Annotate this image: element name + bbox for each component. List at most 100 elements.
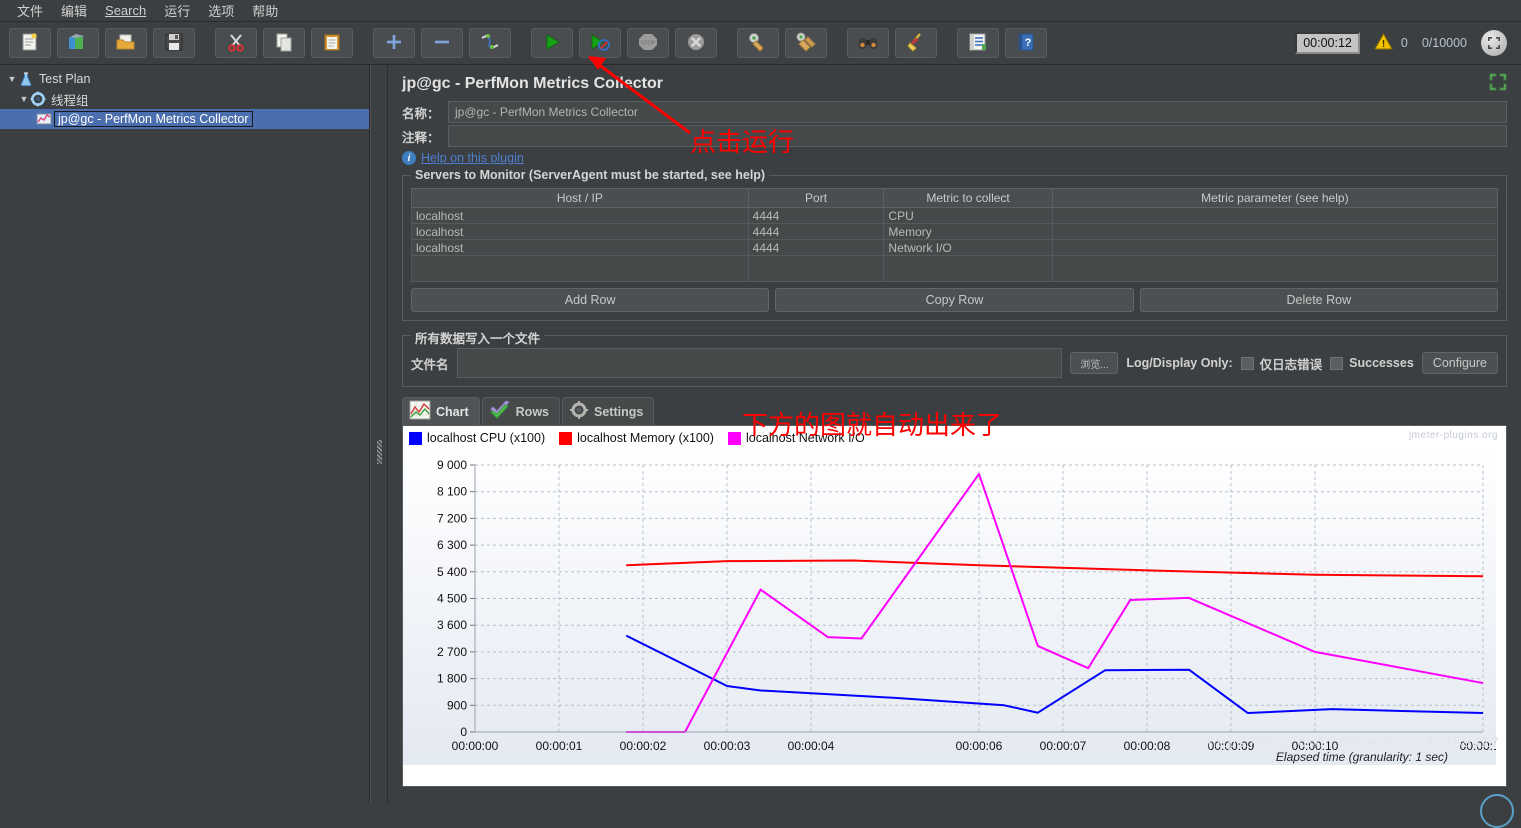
clear-all-button[interactable] — [785, 28, 827, 58]
column-port[interactable]: Port — [747, 188, 885, 208]
servers-to-monitor-group: Servers to Monitor (ServerAgent must be … — [402, 168, 1507, 321]
expand-arrow-icon[interactable]: ▼ — [6, 74, 18, 84]
cell-host[interactable]: localhost — [411, 207, 749, 224]
successes-checkbox-wrap[interactable]: Successes — [1330, 356, 1414, 370]
save-button[interactable] — [153, 28, 195, 58]
toolbar: STOP ? 00:00:12 ! 0 0/10000 — [0, 22, 1521, 65]
function-helper-button[interactable] — [957, 28, 999, 58]
perfmon-icon — [36, 111, 52, 127]
svg-text:00:00:03: 00:00:03 — [704, 739, 751, 753]
column-metric[interactable]: Metric to collect — [883, 188, 1053, 208]
svg-text:00:00:02: 00:00:02 — [620, 739, 667, 753]
chart-x-axis-label: Elapsed time (granularity: 1 sec) — [1275, 750, 1448, 764]
filename-input[interactable] — [456, 348, 1063, 378]
tree-node-perfmon-collector[interactable]: jp@gc - PerfMon Metrics Collector — [0, 109, 369, 129]
tree-node-thread-group[interactable]: ▼ 线程组 — [0, 89, 369, 109]
tab-chart[interactable]: Chart — [402, 397, 480, 425]
legend-item-cpu[interactable]: localhost CPU (x100) — [409, 431, 545, 445]
menu-item-run[interactable]: 运行 — [155, 0, 199, 22]
browse-button[interactable]: 浏览... — [1070, 352, 1119, 374]
comment-input[interactable] — [448, 125, 1507, 147]
open-button[interactable] — [105, 28, 147, 58]
write-all-data-group: 所有数据写入一个文件 文件名 浏览... Log/Display Only: 仅… — [402, 328, 1507, 387]
svg-text:6 300: 6 300 — [437, 538, 467, 552]
tab-rows[interactable]: Rows — [481, 397, 560, 425]
stop-button[interactable]: STOP — [627, 28, 669, 58]
warning-count: 0 — [1400, 36, 1408, 50]
blog-watermark: https://blog.csdn.net/weixin_45459427 — [1207, 734, 1500, 751]
table-row[interactable]: localhost 4444 Network I/O — [411, 239, 1499, 256]
successes-checkbox[interactable] — [1330, 356, 1344, 370]
help-on-plugin-link[interactable]: Help on this plugin — [421, 151, 524, 165]
start-button[interactable] — [531, 28, 573, 58]
cut-button[interactable] — [215, 28, 257, 58]
maximize-panel-button[interactable] — [1489, 73, 1507, 94]
cell-host[interactable]: localhost — [411, 223, 749, 240]
copy-row-button[interactable]: Copy Row — [775, 288, 1134, 312]
thread-activity-indicator[interactable] — [1481, 30, 1507, 56]
menu-item-help[interactable]: 帮助 — [243, 0, 287, 22]
menu-bar: 文件 编辑 Search 运行 选项 帮助 — [0, 0, 1521, 22]
split-pane-divider[interactable] — [370, 65, 388, 817]
column-host-ip[interactable]: Host / IP — [411, 188, 749, 208]
table-button-row: Add Row Copy Row Delete Row — [411, 288, 1498, 312]
servers-table[interactable]: Host / IP Port Metric to collect Metric … — [411, 188, 1499, 282]
add-row-button[interactable]: Add Row — [411, 288, 770, 312]
cell-metric[interactable]: Memory — [883, 223, 1053, 240]
new-button[interactable] — [9, 28, 51, 58]
cell-host[interactable]: localhost — [411, 239, 749, 256]
legend-swatch-cpu — [409, 431, 422, 445]
play-no-timers-icon — [589, 32, 611, 55]
main-split: ▼ Test Plan ▼ 线程组 jp@gc - PerfMon Metric… — [0, 65, 1521, 817]
cell-metric[interactable]: Network I/O — [883, 239, 1053, 256]
svg-text:900: 900 — [447, 698, 467, 712]
menu-item-search[interactable]: Search — [96, 1, 155, 20]
shutdown-button[interactable] — [675, 28, 717, 58]
errors-checkbox-wrap[interactable]: 仅日志错误 — [1240, 354, 1322, 373]
filename-row: 文件名 浏览... Log/Display Only: 仅日志错误 Succes… — [411, 348, 1498, 378]
tree-node-test-plan[interactable]: ▼ Test Plan — [0, 69, 369, 89]
tab-settings[interactable]: Settings — [562, 397, 655, 425]
menu-item-edit[interactable]: 编辑 — [52, 0, 96, 22]
column-metric-parameter[interactable]: Metric parameter (see help) — [1051, 188, 1499, 208]
cell-metric-parameter[interactable] — [1051, 239, 1499, 256]
menu-item-options[interactable]: 选项 — [199, 0, 243, 22]
performance-chart[interactable]: localhost CPU (x100) localhost Memory (x… — [402, 425, 1507, 787]
errors-checkbox[interactable] — [1240, 356, 1254, 370]
svg-text:1 800: 1 800 — [437, 672, 467, 686]
configure-button[interactable]: Configure — [1421, 352, 1498, 374]
legend-item-memory[interactable]: localhost Memory (x100) — [559, 431, 714, 445]
cell-port[interactable]: 4444 — [747, 223, 885, 240]
shutdown-icon — [686, 32, 706, 55]
templates-button[interactable] — [57, 28, 99, 58]
search-button[interactable] — [847, 28, 889, 58]
cell-metric-parameter[interactable] — [1051, 223, 1499, 240]
expand-arrow-icon[interactable]: ▼ — [18, 94, 30, 104]
status-strip — [0, 794, 1521, 828]
toggle-button[interactable] — [469, 28, 511, 58]
expand-all-button[interactable] — [373, 28, 415, 58]
clear-button[interactable] — [737, 28, 779, 58]
copy-button[interactable] — [263, 28, 305, 58]
name-input[interactable]: jp@gc - PerfMon Metrics Collector — [448, 101, 1507, 123]
reset-search-button[interactable] — [895, 28, 937, 58]
warning-indicator[interactable]: ! 0 — [1374, 32, 1408, 53]
menu-item-file[interactable]: 文件 — [8, 0, 52, 22]
info-icon: i — [402, 151, 416, 165]
collapse-all-button[interactable] — [421, 28, 463, 58]
clear-icon — [747, 32, 769, 55]
cell-port[interactable]: 4444 — [747, 239, 885, 256]
legend-item-network[interactable]: localhost Network I/O — [727, 431, 865, 445]
svg-text:9 000: 9 000 — [437, 458, 467, 472]
paste-button[interactable] — [311, 28, 353, 58]
cell-port[interactable]: 4444 — [747, 207, 885, 224]
table-row[interactable]: localhost 4444 Memory — [411, 223, 1499, 240]
divider-grip[interactable] — [377, 440, 382, 464]
table-row[interactable]: localhost 4444 CPU — [411, 207, 1499, 224]
tab-chart-label: Chart — [436, 404, 469, 419]
start-no-pauses-button[interactable] — [579, 28, 621, 58]
help-button[interactable]: ? — [1005, 28, 1047, 58]
cell-metric-parameter[interactable] — [1051, 207, 1499, 224]
cell-metric[interactable]: CPU — [883, 207, 1053, 224]
delete-row-button[interactable]: Delete Row — [1139, 288, 1498, 312]
